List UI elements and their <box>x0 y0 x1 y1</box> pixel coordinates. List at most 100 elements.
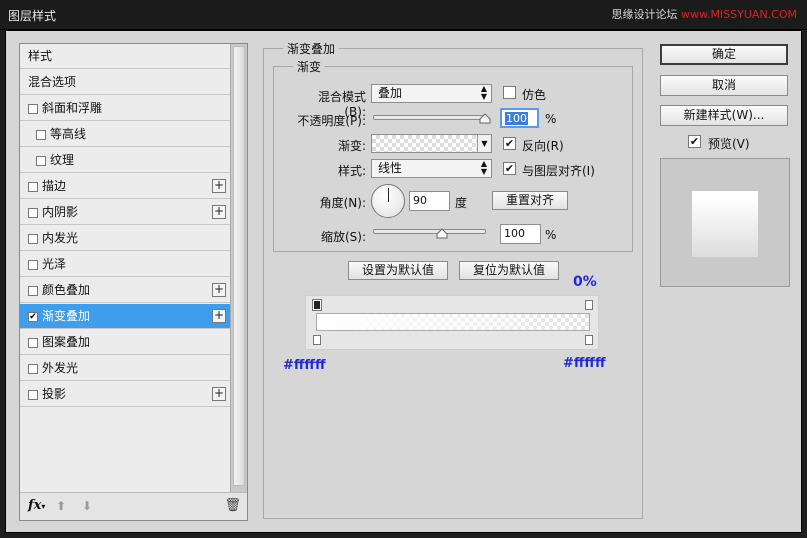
style-checkbox[interactable] <box>28 260 38 270</box>
select-arrows-icon: ▲ ▼ <box>480 84 487 101</box>
add-effect-icon[interactable]: + <box>212 309 226 323</box>
style-list-item-label: 投影 <box>42 387 67 401</box>
new-style-button[interactable]: 新建样式(W)... <box>660 105 788 126</box>
angle-dial[interactable] <box>371 184 405 218</box>
style-list-item-label: 描边 <box>42 179 67 193</box>
align-with-layer-label: 与图层对齐(I) <box>522 164 595 178</box>
scale-slider[interactable] <box>373 229 486 234</box>
scale-value: 100 <box>504 227 525 240</box>
preview-check-icon: ✔ <box>689 135 700 148</box>
scale-input[interactable]: 100 <box>500 224 541 244</box>
color-stop-right[interactable] <box>585 335 593 345</box>
preview-checkbox[interactable]: ✔ <box>688 135 701 148</box>
style-list-item-label: 光泽 <box>42 257 67 271</box>
opacity-stop-right[interactable] <box>585 300 593 310</box>
reset-default-button[interactable]: 复位为默认值 <box>459 261 559 280</box>
style-list-item[interactable]: 图案叠加 <box>20 330 230 355</box>
style-list-item[interactable]: 外发光 <box>20 356 230 381</box>
style-select[interactable]: 线性 ▲ ▼ <box>371 159 492 178</box>
layer-style-dialog: 样式 混合选项斜面和浮雕等高线纹理描边 + 内阴影 + 内发光光泽颜色叠加 + ✔ 渐变叠加 +… <box>5 30 802 533</box>
style-checkbox[interactable] <box>28 182 38 192</box>
move-up-icon[interactable]: ⬆ <box>56 499 66 513</box>
scrollbar-thumb[interactable] <box>233 46 245 486</box>
opacity-slider[interactable] <box>373 115 486 120</box>
add-effect-icon[interactable]: + <box>212 205 226 219</box>
blend-mode-select[interactable]: 叠加 ▲ ▼ <box>371 84 492 103</box>
style-list-item-label: 等高线 <box>50 127 87 141</box>
move-down-icon[interactable]: ⬇ <box>82 499 92 513</box>
scale-label: 缩放(S): <box>320 230 366 244</box>
style-list-item-label: 图案叠加 <box>42 335 91 349</box>
style-checkbox[interactable] <box>36 130 46 140</box>
angle-label: 角度(N): <box>319 196 366 210</box>
opacity-slider-thumb[interactable] <box>479 113 491 124</box>
fx-caret-icon: ▾ <box>41 501 46 511</box>
blend-mode-value: 叠加 <box>378 86 403 100</box>
style-list-item[interactable]: 纹理 <box>20 148 230 173</box>
color-stop-left[interactable] <box>313 335 321 345</box>
style-list-item-label: 斜面和浮雕 <box>42 101 103 115</box>
preview-label: 预览(V) <box>708 137 750 151</box>
gradient-strip[interactable] <box>316 313 590 331</box>
style-list-item-label: 纹理 <box>50 153 75 167</box>
style-checkbox[interactable] <box>28 234 38 244</box>
opacity-stop-left[interactable] <box>312 299 322 311</box>
style-list-footer: fx▾ ⬆ ⬇ 🗑 <box>20 492 247 520</box>
style-checkbox[interactable]: ✔ <box>28 312 38 322</box>
opacity-input[interactable]: 100 <box>500 108 539 128</box>
style-checkbox[interactable] <box>36 156 46 166</box>
fx-label: fx <box>28 498 42 513</box>
add-effect-icon[interactable]: + <box>212 387 226 401</box>
add-effect-icon[interactable]: + <box>212 179 226 193</box>
right-color-label: #ffffff <box>563 356 606 371</box>
angle-unit: 度 <box>455 196 468 210</box>
reset-alignment-button[interactable]: 重置对齐 <box>492 191 568 210</box>
window-title: 图层样式 <box>8 9 57 23</box>
style-list-item[interactable]: 描边 + <box>20 174 230 199</box>
style-list-item[interactable]: 斜面和浮雕 <box>20 96 230 121</box>
gradient-label: 渐变: <box>337 139 366 153</box>
style-checkbox[interactable] <box>28 390 38 400</box>
style-checkbox[interactable] <box>28 286 38 296</box>
style-list-header[interactable]: 样式 <box>20 44 230 69</box>
title-bar: 图层样式 思缘设计论坛 www.MISSYUAN.COM <box>0 0 807 30</box>
style-list-scrollbar[interactable] <box>230 44 247 492</box>
style-list-item[interactable]: 光泽 <box>20 252 230 277</box>
style-checkbox[interactable] <box>28 104 38 114</box>
align-check-icon: ✔ <box>504 162 515 175</box>
style-list-item[interactable]: 投影 + <box>20 382 230 407</box>
align-with-layer-checkbox[interactable]: ✔ <box>503 162 516 175</box>
style-label: 样式: <box>337 164 366 178</box>
style-list-item-label: 渐变叠加 <box>42 309 91 323</box>
add-effect-icon[interactable]: + <box>212 283 226 297</box>
reverse-label: 反向(R) <box>522 139 564 153</box>
style-list-item[interactable]: 内发光 <box>20 226 230 251</box>
style-list-item-label: 内阴影 <box>42 205 79 219</box>
style-list-item[interactable]: 混合选项 <box>20 70 230 95</box>
trash-icon[interactable]: 🗑 <box>224 498 241 513</box>
reverse-checkbox[interactable]: ✔ <box>503 137 516 150</box>
make-default-button[interactable]: 设置为默认值 <box>348 261 448 280</box>
opacity-label: 不透明度(P): <box>297 114 366 128</box>
opacity-unit: % <box>545 112 557 126</box>
style-list-item-label: 混合选项 <box>28 75 77 89</box>
style-list: 样式 混合选项斜面和浮雕等高线纹理描边 + 内阴影 + 内发光光泽颜色叠加 + ✔ 渐变叠加 +… <box>19 43 248 521</box>
style-list-item[interactable]: ✔ 渐变叠加 + <box>20 304 230 329</box>
style-checkbox[interactable] <box>28 364 38 374</box>
style-list-item-label: 外发光 <box>42 361 79 375</box>
style-list-item-label: 内发光 <box>42 231 79 245</box>
style-checkbox[interactable] <box>28 338 38 348</box>
cancel-button[interactable]: 取消 <box>660 75 788 96</box>
style-list-item[interactable]: 等高线 <box>20 122 230 147</box>
gradient-picker[interactable]: ▼ <box>371 134 492 153</box>
style-checkbox[interactable] <box>28 208 38 218</box>
gradient-dropdown-icon[interactable]: ▼ <box>477 135 491 152</box>
scale-slider-thumb[interactable] <box>436 228 448 239</box>
angle-input[interactable]: 90 <box>409 191 450 211</box>
dither-checkbox[interactable] <box>503 86 516 99</box>
style-list-item[interactable]: 内阴影 + <box>20 200 230 225</box>
style-list-item[interactable]: 颜色叠加 + <box>20 278 230 303</box>
fx-button[interactable]: fx▾ <box>28 498 45 513</box>
watermark: 思缘设计论坛 www.MISSYUAN.COM <box>611 6 797 22</box>
ok-button[interactable]: 确定 <box>660 44 788 65</box>
